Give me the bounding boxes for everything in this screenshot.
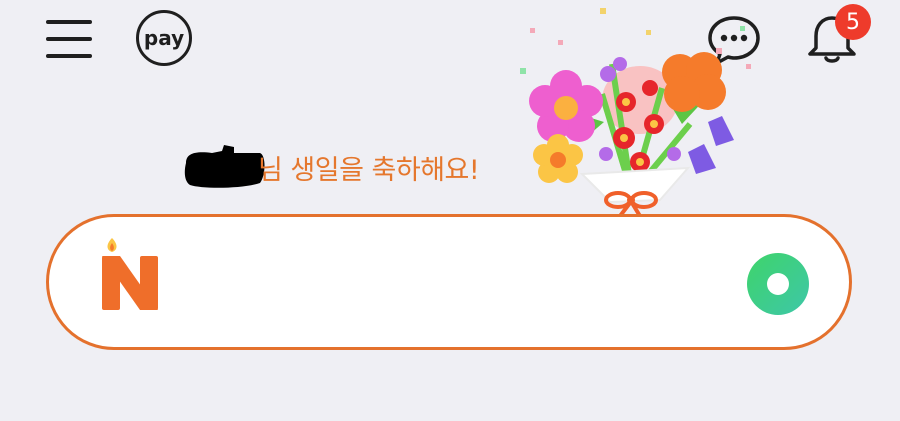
birthday-candle-n-logo-icon (102, 238, 158, 310)
search-bar[interactable] (46, 214, 852, 350)
naver-birthday-logo[interactable] (100, 234, 162, 312)
notification-count-badge: 5 (835, 4, 871, 40)
birthday-greeting: 님 생일을 축하해요! (182, 145, 480, 189)
green-circle-button-icon (747, 253, 809, 315)
menu-bar (46, 54, 92, 58)
pay-button[interactable]: pay (136, 10, 192, 66)
green-circle-button[interactable] (744, 250, 812, 318)
birthday-bouquet-illustration (512, 4, 758, 218)
pay-label: pay (143, 26, 185, 50)
menu-bar (46, 20, 92, 24)
greeting-text: 님 생일을 축하해요! (258, 154, 480, 186)
redacted-username (184, 145, 265, 188)
menu-button[interactable] (42, 18, 96, 60)
menu-bar (46, 37, 92, 41)
